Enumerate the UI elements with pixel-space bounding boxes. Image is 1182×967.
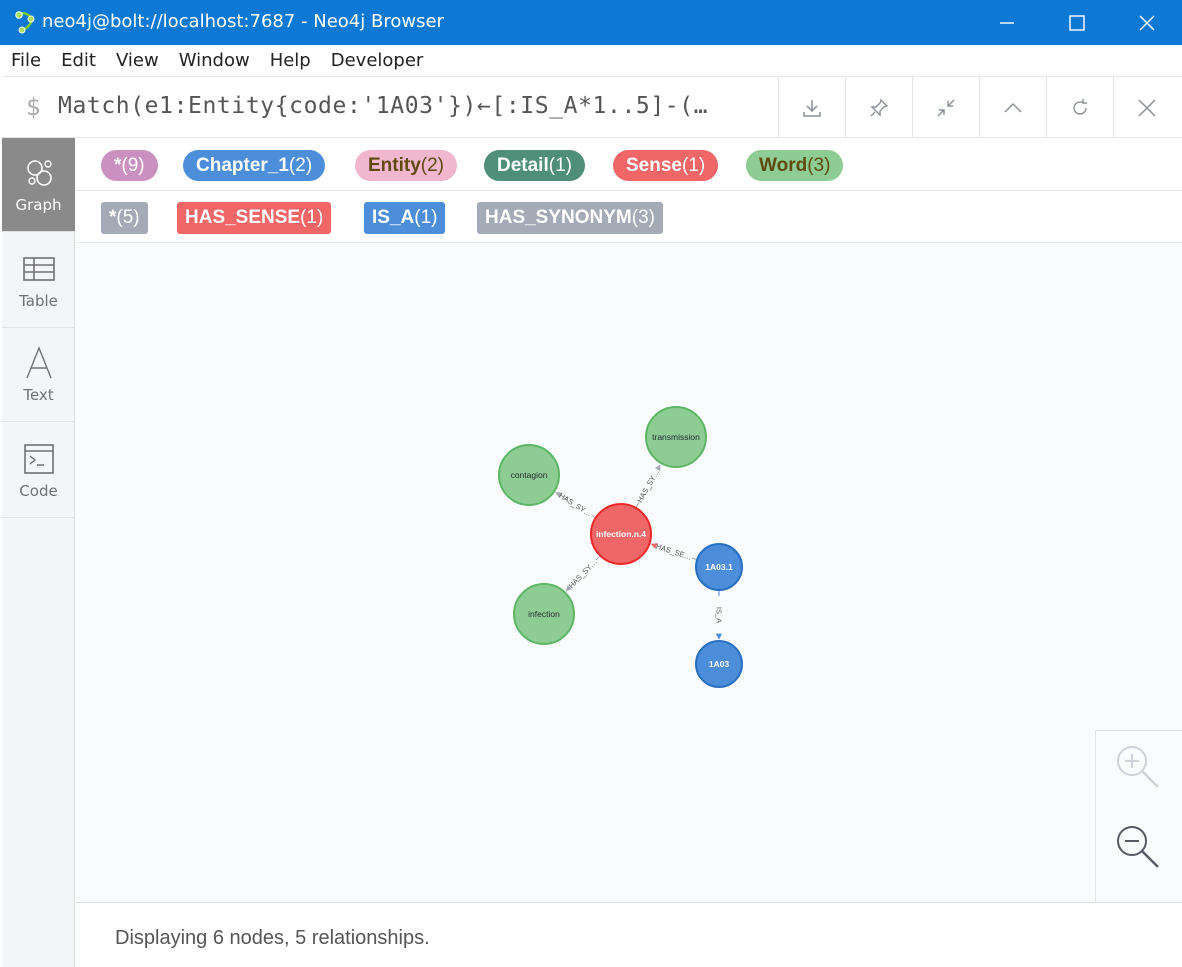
menu-help[interactable]: Help	[261, 50, 320, 71]
refresh-icon	[1073, 98, 1087, 115]
window-close-button[interactable]	[1112, 0, 1182, 45]
graph-node-label: 1A03	[709, 659, 730, 669]
chevron-up-icon	[1004, 102, 1022, 113]
sidebar-item-label: Text	[23, 385, 54, 404]
code-icon	[23, 443, 54, 474]
sidebar-item-table[interactable]: Table	[2, 234, 75, 328]
graph-node-label: infection	[528, 609, 560, 619]
relationship-line[interactable]	[635, 502, 640, 508]
node-label-legend: * (9) Chapter_1 (2) Entity (2) Detail (1) Se…	[76, 139, 1182, 191]
menu-developer[interactable]: Developer	[322, 50, 433, 71]
relationship-label: HAS_SE…	[655, 542, 693, 562]
collapse-frame-button[interactable]	[979, 77, 1046, 138]
close-icon	[1138, 98, 1156, 117]
sidebar-item-label: Table	[19, 291, 58, 310]
collapse-icon	[937, 99, 955, 116]
sidebar-item-text[interactable]: Text	[2, 328, 75, 422]
graph-node-label: transmission	[652, 432, 700, 442]
relationship-arrow[interactable]	[555, 491, 563, 498]
close-frame-button[interactable]	[1113, 77, 1180, 138]
download-button[interactable]	[778, 77, 845, 138]
relationship-line[interactable]	[691, 557, 697, 560]
menu-view[interactable]: View	[107, 50, 168, 71]
menu-bar: File Edit View Window Help Developer	[0, 45, 1182, 76]
zoom-controls	[1095, 730, 1182, 902]
zoom-in-button[interactable]	[1112, 743, 1164, 795]
minimize-button[interactable]	[972, 0, 1042, 45]
graph-canvas[interactable]: HAS_SY… HAS_SY… HAS_SY… HAS_SE… IS_A infecti…	[76, 244, 1182, 902]
relationship-arrow[interactable]	[650, 543, 658, 549]
relationship-label: IS_A	[715, 607, 724, 623]
maximize-icon	[1069, 14, 1085, 31]
query-editor: $ Match(e1:Entity{code:'1A03'})←[:IS_A*1…	[2, 76, 1182, 138]
download-icon	[803, 99, 821, 117]
rel-tag-has-synonym[interactable]: HAS_SYNONYM (3)	[477, 202, 663, 234]
menu-file[interactable]: File	[2, 50, 50, 71]
menu-edit[interactable]: Edit	[52, 50, 105, 71]
view-sidebar: Graph Table Text Code	[2, 138, 75, 967]
zoom-out-button[interactable]	[1112, 823, 1164, 875]
relationship-line[interactable]	[595, 555, 600, 561]
title-bar: neo4j@bolt://localhost:7687 - Neo4j Brow…	[0, 0, 1182, 45]
graph-node-label: infection.n.4	[596, 529, 646, 539]
editor-prompt: $	[26, 93, 41, 121]
window-title: neo4j@bolt://localhost:7687 - Neo4j Brow…	[42, 11, 444, 32]
label-pill-detail[interactable]: Detail (1)	[484, 150, 585, 181]
graph-visualization[interactable]: HAS_SY… HAS_SY… HAS_SY… HAS_SE… IS_A infecti…	[76, 244, 1182, 902]
sidebar-item-label: Code	[19, 481, 58, 500]
graph-icon	[26, 159, 52, 186]
graph-node-label: 1A03.1	[705, 562, 733, 572]
relationship-arrow[interactable]	[565, 584, 573, 592]
relationship-label: HAS_SY…	[567, 557, 599, 590]
label-pill-sense[interactable]: Sense (1)	[613, 150, 719, 181]
node-layer: infection.n.4 contagion transmission infect…	[498, 406, 743, 688]
close-icon	[1139, 14, 1155, 31]
minimize-icon	[1000, 21, 1014, 24]
rerun-button[interactable]	[1046, 77, 1113, 138]
sidebar-item-label: Graph	[15, 195, 62, 214]
relationship-arrow[interactable]	[654, 464, 661, 472]
neo4j-app-icon	[13, 10, 37, 34]
status-bar: Displaying 6 nodes, 5 relationships.	[76, 902, 1182, 967]
relationship-label: HAS_SY…	[635, 468, 661, 505]
label-pill-all[interactable]: * (9)	[101, 150, 158, 181]
query-input[interactable]: Match(e1:Entity{code:'1A03'})←[:IS_A*1..…	[58, 93, 778, 125]
zoom-in-icon	[1117, 746, 1159, 788]
sidebar-item-code[interactable]: Code	[2, 424, 75, 518]
sidebar-item-graph[interactable]: Graph	[2, 138, 75, 232]
pin-icon	[870, 98, 889, 117]
relationship-line[interactable]	[591, 514, 596, 518]
graph-node-label: contagion	[511, 470, 548, 480]
menu-window[interactable]: Window	[170, 50, 259, 71]
label-pill-chapter-1[interactable]: Chapter_1 (2)	[183, 150, 326, 181]
maximize-button[interactable]	[1042, 0, 1112, 45]
relationship-type-legend: * (5) HAS_SENSE (1) IS_A (1) HAS_SYNONYM (3)	[76, 192, 1182, 243]
status-text: Displaying 6 nodes, 5 relationships.	[115, 927, 430, 949]
table-icon	[22, 256, 55, 281]
collapse-button[interactable]	[912, 77, 979, 138]
relationship-label: HAS_SY…	[557, 491, 593, 519]
label-pill-entity[interactable]: Entity (2)	[355, 150, 458, 181]
text-icon	[25, 345, 52, 378]
rel-tag-has-sense[interactable]: HAS_SENSE (1)	[177, 202, 332, 234]
rel-tag-all[interactable]: * (5)	[101, 202, 148, 234]
zoom-out-icon	[1117, 826, 1159, 868]
pin-button[interactable]	[845, 77, 912, 138]
label-pill-word[interactable]: Word (3)	[746, 150, 844, 181]
rel-tag-is-a[interactable]: IS_A (1)	[364, 202, 446, 234]
